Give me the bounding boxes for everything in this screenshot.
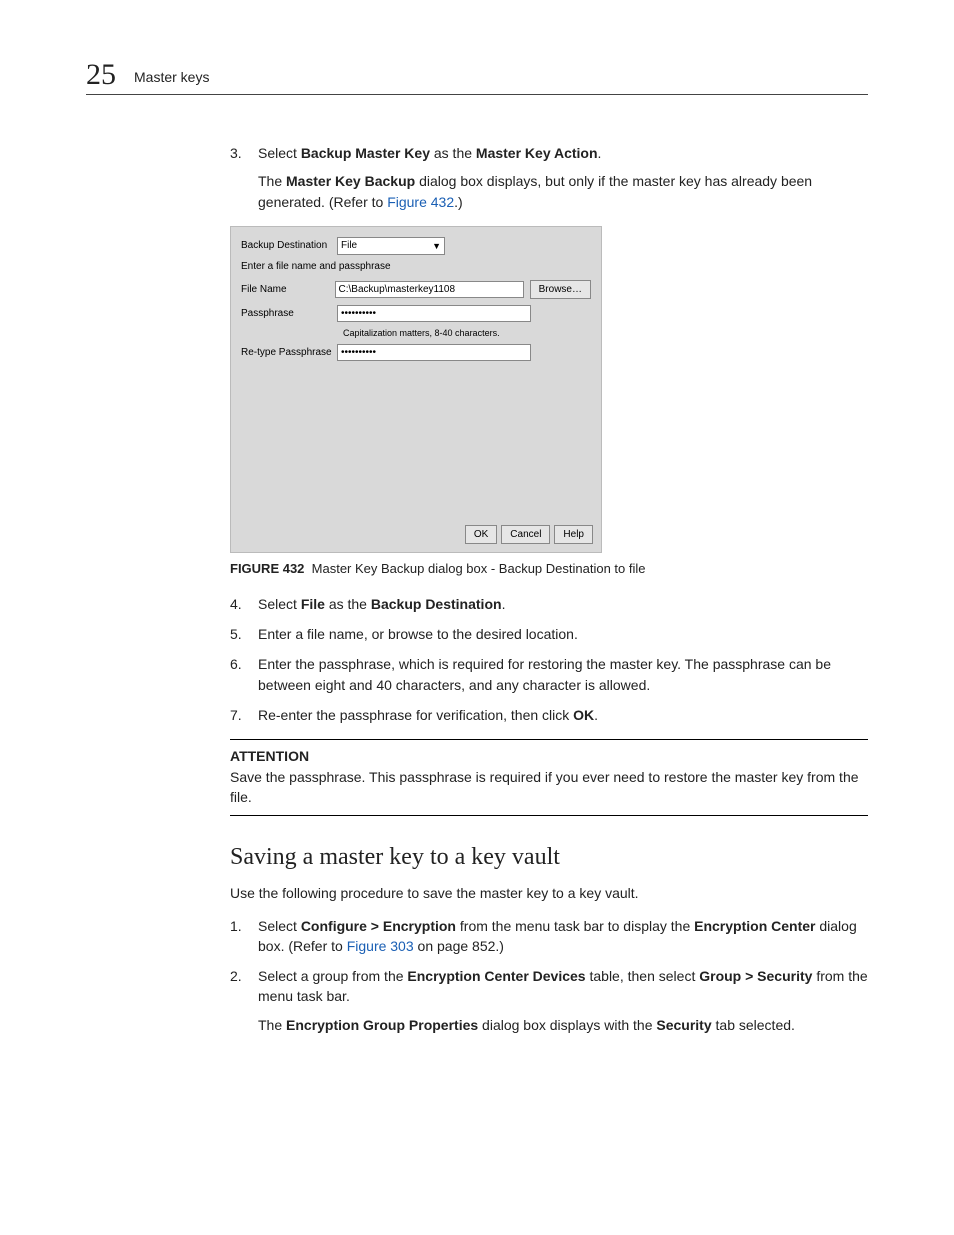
help-button[interactable]: Help [554, 525, 593, 544]
text: Select [258, 918, 301, 934]
step-number: 1. [230, 916, 242, 936]
text-bold: Encryption Group Properties [286, 1017, 478, 1033]
text: . [502, 596, 506, 612]
text: Select [258, 596, 301, 612]
text: on page 852.) [414, 938, 504, 954]
ok-button[interactable]: OK [465, 525, 497, 544]
text-bold: OK [573, 707, 594, 723]
text-bold: Encryption Center Devices [407, 968, 585, 984]
attention-label: ATTENTION [230, 746, 868, 766]
text-bold: Master Key Action [476, 145, 598, 161]
step-number: 5. [230, 624, 242, 644]
text: dialog box displays with the [478, 1017, 656, 1033]
attention-note: ATTENTION Save the passphrase. This pass… [230, 739, 868, 816]
section-intro: Use the following procedure to save the … [230, 883, 868, 903]
page-header: 25 Master keys [86, 58, 868, 95]
figure-label: FIGURE 432 [230, 561, 304, 576]
text-bold: Backup Destination [371, 596, 502, 612]
text: The [258, 1017, 286, 1033]
text-bold: Encryption Center [694, 918, 815, 934]
figure-caption: FIGURE 432 Master Key Backup dialog box … [230, 561, 868, 576]
backup-destination-label: Backup Destination [241, 240, 337, 251]
figure-link[interactable]: Figure 303 [347, 938, 414, 954]
step-5: 5. Enter a file name, or browse to the d… [230, 624, 868, 644]
text-bold: Backup Master Key [301, 145, 430, 161]
step-4: 4. Select File as the Backup Destination… [230, 594, 868, 614]
backup-destination-select[interactable]: File ▼ [337, 237, 445, 255]
figure-caption-text: Master Key Backup dialog box - Backup De… [312, 561, 646, 576]
text: . [594, 707, 598, 723]
text: table, then select [586, 968, 700, 984]
text-bold: Master Key Backup [286, 173, 415, 189]
retype-passphrase-label: Re-type Passphrase [241, 347, 337, 358]
figure-432: Backup Destination File ▼ Enter a file n… [230, 226, 868, 576]
retype-passphrase-input[interactable]: •••••••••• [337, 344, 531, 361]
input-value: •••••••••• [341, 347, 376, 358]
input-value: •••••••••• [341, 308, 376, 319]
step-number: 2. [230, 966, 242, 986]
select-value: File [341, 240, 357, 251]
text: as the [430, 145, 476, 161]
text: . [598, 145, 602, 161]
s2-step-1: 1. Select Configure > Encryption from th… [230, 916, 868, 957]
text: Enter a file name, or browse to the desi… [258, 626, 578, 642]
cancel-button[interactable]: Cancel [501, 525, 550, 544]
step-number: 3. [230, 143, 242, 163]
text: as the [325, 596, 371, 612]
step-number: 7. [230, 705, 242, 725]
text: Select [258, 145, 301, 161]
passphrase-hint: Capitalization matters, 8-40 characters. [343, 328, 591, 338]
text-bold: Configure > Encryption [301, 918, 456, 934]
text-bold: Security [656, 1017, 711, 1033]
step-7: 7. Re-enter the passphrase for verificat… [230, 705, 868, 725]
text: .) [454, 194, 463, 210]
figure-link[interactable]: Figure 432 [387, 194, 454, 210]
text-bold: Group > Security [699, 968, 812, 984]
text: from the menu task bar to display the [456, 918, 694, 934]
step-number: 6. [230, 654, 242, 674]
step-number: 4. [230, 594, 242, 614]
step-6: 6. Enter the passphrase, which is requir… [230, 654, 868, 695]
passphrase-label: Passphrase [241, 308, 337, 319]
master-key-backup-dialog: Backup Destination File ▼ Enter a file n… [230, 226, 602, 553]
text: The [258, 173, 286, 189]
s2-step-2: 2. Select a group from the Encryption Ce… [230, 966, 868, 1035]
filename-input[interactable]: C:\Backup\masterkey1108 [335, 281, 524, 298]
browse-button[interactable]: Browse… [530, 280, 591, 299]
step-3: 3. Select Backup Master Key as the Maste… [230, 143, 868, 212]
passphrase-input[interactable]: •••••••••• [337, 305, 531, 322]
header-title: Master keys [134, 69, 209, 85]
attention-text: Save the passphrase. This passphrase is … [230, 767, 868, 808]
text: Select a group from the [258, 968, 407, 984]
chapter-number: 25 [86, 58, 116, 92]
chevron-down-icon: ▼ [432, 241, 441, 251]
text: Re-enter the passphrase for verification… [258, 707, 573, 723]
dialog-subheading: Enter a file name and passphrase [241, 261, 591, 272]
text-bold: File [301, 596, 325, 612]
input-value: C:\Backup\masterkey1108 [339, 284, 456, 295]
filename-label: File Name [241, 284, 335, 295]
section-heading: Saving a master key to a key vault [230, 844, 868, 871]
text: tab selected. [712, 1017, 795, 1033]
text: Enter the passphrase, which is required … [258, 656, 831, 692]
